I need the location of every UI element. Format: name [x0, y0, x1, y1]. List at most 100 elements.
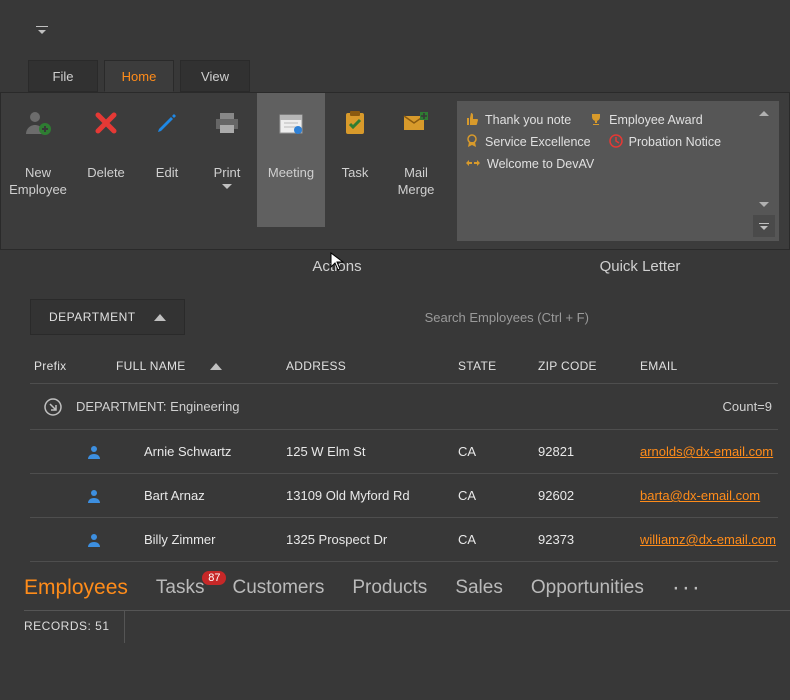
group-row[interactable]: DEPARTMENT: Engineering Count=9: [30, 384, 778, 430]
clock-icon: [609, 134, 623, 151]
bottom-nav: Employees Tasks 87 Customers Products Sa…: [0, 562, 790, 610]
delete-button[interactable]: Delete: [75, 93, 137, 227]
cell-address: 13109 Old Myford Rd: [286, 488, 458, 503]
records-count: RECORDS: 51: [24, 611, 125, 643]
quick-probation-label: Probation Notice: [629, 135, 721, 149]
col-fullname-text: FULL NAME: [116, 359, 186, 373]
print-text: Print: [214, 165, 241, 182]
edit-label: Edit: [156, 165, 178, 182]
table-row[interactable]: Billy Zimmer1325 Prospect DrCA92373willi…: [30, 518, 778, 562]
task-icon: [344, 109, 366, 137]
award-icon: [465, 134, 479, 151]
person-add-icon: [24, 109, 52, 137]
quick-welcome[interactable]: Welcome to DevAV: [465, 157, 594, 172]
table-row[interactable]: Bart Arnaz13109 Old Myford RdCA92602bart…: [30, 474, 778, 518]
quick-excellence[interactable]: Service Excellence: [465, 134, 591, 151]
meeting-button[interactable]: Meeting: [257, 93, 325, 227]
delete-icon: [94, 109, 118, 137]
col-email[interactable]: EMAIL: [640, 359, 778, 373]
app-menu-icon[interactable]: [36, 26, 48, 34]
status-bar: RECORDS: 51: [24, 610, 790, 643]
print-icon: [214, 109, 240, 137]
edit-button[interactable]: Edit: [137, 93, 197, 227]
tab-view[interactable]: View: [180, 60, 250, 92]
cell-state: CA: [458, 532, 538, 547]
data-grid: DEPARTMENT Search Employees (Ctrl + F) P…: [0, 283, 790, 562]
cell-zip: 92821: [538, 444, 640, 459]
cell-address: 125 W Elm St: [286, 444, 458, 459]
task-label: Task: [342, 165, 369, 182]
sort-asc-icon: [154, 314, 166, 321]
group-row-label: DEPARTMENT: Engineering: [76, 399, 722, 414]
delete-label: Delete: [87, 165, 125, 182]
quick-probation[interactable]: Probation Notice: [609, 134, 721, 151]
calendar-icon: [278, 109, 304, 137]
nav-tasks-text: Tasks: [156, 577, 205, 598]
collapse-icon: [30, 397, 76, 417]
col-zip[interactable]: ZIP CODE: [538, 359, 640, 373]
gallery-menu-button[interactable]: [753, 215, 775, 237]
meeting-label: Meeting: [268, 165, 314, 182]
col-address[interactable]: ADDRESS: [286, 359, 458, 373]
trophy-icon: [589, 112, 603, 129]
cell-state: CA: [458, 444, 538, 459]
quick-award-label: Employee Award: [609, 113, 703, 127]
nav-products[interactable]: Products: [352, 577, 427, 599]
quick-welcome-label: Welcome to DevAV: [487, 157, 594, 171]
chevron-down-icon: [222, 184, 232, 189]
gallery-scroll-down[interactable]: [759, 202, 769, 207]
col-fullname[interactable]: FULL NAME: [116, 359, 286, 373]
cell-name: Billy Zimmer: [116, 532, 286, 547]
cell-email[interactable]: barta@dx-email.com: [640, 488, 778, 503]
cell-email[interactable]: arnolds@dx-email.com: [640, 444, 778, 459]
new-employee-label: New Employee: [9, 165, 67, 199]
quick-excellence-label: Service Excellence: [485, 135, 591, 149]
nav-opportunities[interactable]: Opportunities: [531, 577, 644, 599]
person-icon: [30, 444, 116, 460]
quick-award[interactable]: Employee Award: [589, 112, 703, 129]
table-row[interactable]: Arnie Schwartz125 W Elm StCA92821arnolds…: [30, 430, 778, 474]
task-button[interactable]: Task: [325, 93, 385, 227]
group-panel-chip[interactable]: DEPARTMENT: [30, 299, 185, 335]
quick-thank-you[interactable]: Thank you note: [465, 112, 571, 129]
nav-customers[interactable]: Customers: [232, 577, 324, 599]
arrows-icon: [465, 157, 481, 172]
cell-zip: 92373: [538, 532, 640, 547]
cell-email[interactable]: williamz@dx-email.com: [640, 532, 778, 547]
col-prefix[interactable]: Prefix: [30, 359, 116, 373]
print-button[interactable]: Print: [197, 93, 257, 227]
group-row-count: Count=9: [722, 399, 778, 414]
thumb-up-icon: [465, 112, 479, 129]
mail-merge-icon: [402, 109, 430, 137]
tab-home[interactable]: Home: [104, 60, 174, 92]
nav-sales[interactable]: Sales: [455, 577, 503, 599]
quick-thank-you-label: Thank you note: [485, 113, 571, 127]
nav-more[interactable]: ···: [672, 574, 702, 602]
print-label: Print: [214, 165, 241, 189]
cell-name: Arnie Schwartz: [116, 444, 286, 459]
ribbon: New Employee Delete Edit: [0, 92, 790, 250]
tasks-badge: 87: [202, 571, 226, 585]
ribbon-group-labels: Actions Quick Letter: [0, 250, 790, 283]
cell-state: CA: [458, 488, 538, 503]
mail-merge-label: Mail Merge: [398, 165, 435, 199]
column-headers: Prefix FULL NAME ADDRESS STATE ZIP CODE …: [30, 359, 778, 384]
nav-employees[interactable]: Employees: [24, 576, 128, 600]
quick-letter-group-label: Quick Letter: [490, 258, 790, 275]
search-input[interactable]: Search Employees (Ctrl + F): [425, 310, 778, 325]
quick-letter-gallery: Thank you note Employee Award Service Ex…: [457, 101, 779, 241]
actions-group-label: Actions: [0, 258, 490, 275]
cell-address: 1325 Prospect Dr: [286, 532, 458, 547]
cell-name: Bart Arnaz: [116, 488, 286, 503]
group-panel-text: DEPARTMENT: [49, 310, 136, 324]
cell-zip: 92602: [538, 488, 640, 503]
ribbon-group-actions: New Employee Delete Edit: [1, 93, 447, 249]
tab-file[interactable]: File: [28, 60, 98, 92]
nav-tasks[interactable]: Tasks 87: [156, 577, 205, 599]
mail-merge-button[interactable]: Mail Merge: [385, 93, 447, 227]
gallery-scroll-up[interactable]: [759, 111, 769, 116]
person-icon: [30, 532, 116, 548]
col-state[interactable]: STATE: [458, 359, 538, 373]
new-employee-button[interactable]: New Employee: [1, 93, 75, 227]
person-icon: [30, 488, 116, 504]
